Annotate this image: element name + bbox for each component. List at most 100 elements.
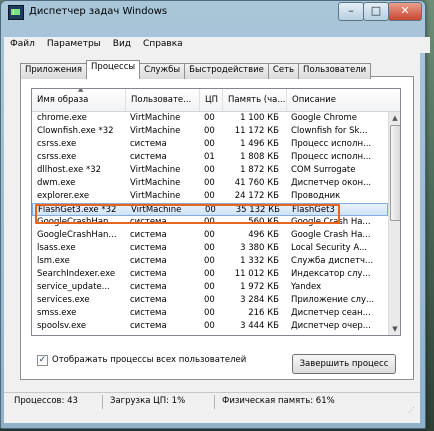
- table-row[interactable]: dwm.exe VirtMachine 00 41 760 КБ Диспетчер о…: [32, 177, 388, 190]
- process-name: dllhost.exe *32: [37, 165, 102, 175]
- column-user[interactable]: Пользовате...: [126, 89, 200, 111]
- table-row[interactable]: csrss.exe система 00 1 496 КБ Процесс исполн…: [32, 138, 388, 151]
- process-memory: 1 100 КБ: [240, 113, 279, 123]
- process-user: система: [130, 230, 167, 240]
- process-memory: 1 972 КБ: [240, 282, 279, 292]
- table-row[interactable]: service_update... система 00 1 972 КБ Yandex: [32, 281, 388, 294]
- process-cpu: 00: [204, 243, 215, 253]
- column-cpu[interactable]: ЦП: [200, 89, 223, 111]
- tab-users[interactable]: Пользователи: [298, 63, 372, 79]
- status-divider: [214, 395, 215, 409]
- status-processes: Процессов: 43: [14, 396, 78, 406]
- process-memory: 1 808 КБ: [240, 152, 279, 162]
- menu-view[interactable]: Вид: [107, 37, 137, 53]
- process-name: spoolsv.exe: [37, 321, 87, 331]
- process-user: система: [130, 308, 167, 318]
- tab-network[interactable]: Сеть: [267, 63, 300, 79]
- tab-applications[interactable]: Приложения: [20, 63, 88, 79]
- process-description: Диспетчер очер...: [291, 321, 371, 331]
- process-cpu: 00: [204, 256, 215, 266]
- table-row[interactable]: smss.exe система 00 216 КБ Диспетчер сеан...: [32, 307, 388, 320]
- process-description: Проводник: [291, 191, 341, 201]
- process-memory: 3 284 КБ: [240, 295, 279, 305]
- process-description: Google Crash Ha...: [291, 230, 371, 240]
- process-user: система: [130, 256, 167, 266]
- process-description: Приложение слу...: [291, 295, 375, 305]
- process-user: VirtMachine: [130, 113, 181, 123]
- process-cpu: 00: [204, 308, 215, 318]
- tab-services[interactable]: Службы: [139, 63, 186, 79]
- process-name: services.exe: [37, 295, 90, 305]
- process-name: GoogleCrashHan...: [37, 230, 117, 240]
- show-all-users-checkbox[interactable]: ✓: [37, 355, 48, 366]
- minimize-button[interactable]: –: [338, 2, 364, 21]
- table-row[interactable]: spoolsv.exe система 00 3 444 КБ Диспетчер оч…: [32, 320, 388, 333]
- process-user: VirtMachine: [130, 191, 181, 201]
- table-row[interactable]: dllhost.exe *32 VirtMachine 00 1 872 КБ COM …: [32, 164, 388, 177]
- vertical-scrollbar[interactable]: ▲ ▼: [388, 112, 400, 335]
- tab-processes[interactable]: Процессы: [86, 60, 141, 78]
- process-user: VirtMachine: [130, 126, 181, 136]
- table-row[interactable]: SearchIndexer.exe система 00 11 012 КБ Индек…: [32, 268, 388, 281]
- process-memory: 24 172 КБ: [234, 191, 279, 201]
- process-user: система: [130, 269, 167, 279]
- menu-options[interactable]: Параметры: [41, 37, 107, 53]
- process-name: csrss.exe: [37, 139, 77, 149]
- process-cpu: 00: [204, 282, 215, 292]
- end-process-button[interactable]: Завершить процесс: [292, 354, 396, 374]
- process-description: Процесс исполн...: [291, 152, 372, 162]
- process-name: service_update...: [37, 282, 110, 292]
- process-memory: 216 КБ: [248, 308, 279, 318]
- column-memory[interactable]: Память (ча...: [223, 89, 287, 111]
- status-bar: Процессов: 43 Загрузка ЦП: 1% Физическая…: [4, 392, 420, 411]
- maximize-button[interactable]: □: [363, 2, 389, 21]
- process-description: Yandex: [291, 282, 322, 292]
- process-name: csrss.exe: [37, 152, 77, 162]
- close-button[interactable]: ✕: [388, 2, 422, 21]
- scroll-down-icon[interactable]: ▼: [389, 323, 400, 335]
- process-cpu: 00: [204, 139, 215, 149]
- process-memory: 11 012 КБ: [234, 269, 279, 279]
- process-name: chrome.exe: [37, 113, 87, 123]
- table-row[interactable]: GoogleCrashHan... система 00 496 КБ Google C…: [32, 229, 388, 242]
- scroll-up-icon[interactable]: ▲: [389, 112, 400, 124]
- resize-grip-icon[interactable]: ⋰: [408, 406, 418, 416]
- process-description: Диспетчер сеан...: [291, 308, 371, 318]
- process-name: lsass.exe: [37, 243, 76, 253]
- process-name: Clownfish.exe *32: [37, 126, 114, 136]
- task-manager-icon: [8, 5, 24, 20]
- table-row[interactable]: lsm.exe система 00 1 332 КБ Служба диспетч..…: [32, 255, 388, 268]
- process-memory: 1 496 КБ: [240, 139, 279, 149]
- table-row[interactable]: chrome.exe VirtMachine 00 1 100 КБ Google Ch…: [32, 112, 388, 125]
- table-row[interactable]: services.exe система 00 3 284 КБ Приложение …: [32, 294, 388, 307]
- process-description: Google Chrome: [291, 113, 358, 123]
- process-user: система: [130, 321, 167, 331]
- process-user: VirtMachine: [130, 178, 181, 188]
- process-cpu: 00: [204, 269, 215, 279]
- column-image-name[interactable]: ▲ Имя образа: [32, 89, 126, 111]
- table-row[interactable]: explorer.exe VirtMachine 00 24 172 КБ Провод…: [32, 190, 388, 203]
- process-name: smss.exe: [37, 308, 77, 318]
- column-description[interactable]: Описание: [287, 89, 400, 111]
- process-memory: 3 380 КБ: [240, 243, 279, 253]
- status-divider: [102, 395, 103, 409]
- process-description: Clownfish for Sk...: [291, 126, 368, 136]
- process-memory: 1 872 КБ: [240, 165, 279, 175]
- status-memory: Физическая память: 61%: [222, 396, 335, 406]
- table-row[interactable]: csrss.exe система 01 1 808 КБ Процесс исполн…: [32, 151, 388, 164]
- table-row[interactable]: Clownfish.exe *32 VirtMachine 00 11 172 КБ C…: [32, 125, 388, 138]
- process-user: система: [130, 139, 167, 149]
- process-description: Local Security A...: [291, 243, 368, 253]
- title-bar[interactable]: Диспетчер задач Windows – □ ✕: [1, 1, 425, 23]
- sort-ascending-icon: ▲: [78, 89, 84, 93]
- scroll-thumb[interactable]: [390, 125, 400, 221]
- process-memory: 1 332 КБ: [240, 256, 279, 266]
- menu-file[interactable]: Файл: [4, 37, 41, 53]
- process-name: explorer.exe: [37, 191, 90, 201]
- process-user: VirtMachine: [130, 165, 181, 175]
- menu-bar: Файл Параметры Вид Справка: [4, 37, 430, 53]
- menu-help[interactable]: Справка: [137, 37, 189, 53]
- process-name: dwm.exe: [37, 178, 76, 188]
- tab-performance[interactable]: Быстродействие: [184, 63, 269, 79]
- table-row[interactable]: lsass.exe система 00 3 380 КБ Local Security…: [32, 242, 388, 255]
